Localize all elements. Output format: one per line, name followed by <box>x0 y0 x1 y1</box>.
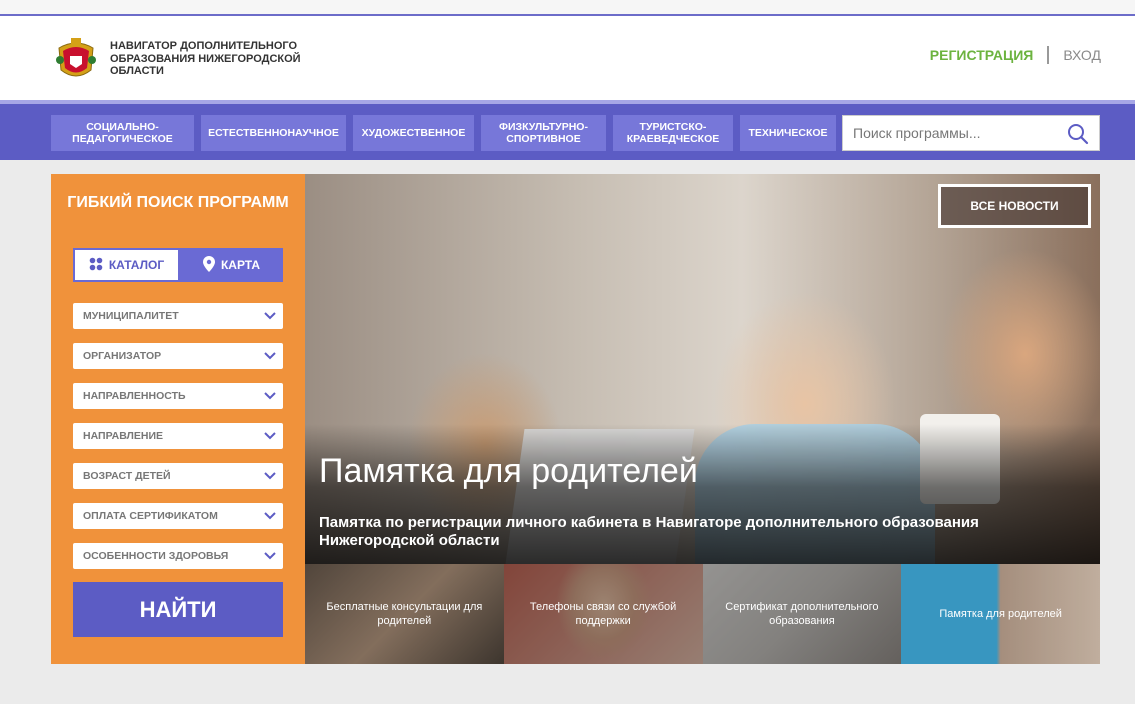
select-focus[interactable]: НАПРАВЛЕННОСТЬ <box>73 383 283 409</box>
news-thumb-support-phones[interactable]: Телефоны связи со службой поддержки <box>503 564 703 664</box>
site-title[interactable]: НАВИГАТОР ДОПОЛНИТЕЛЬНОГО ОБРАЗОВАНИЯ НИ… <box>110 40 320 78</box>
select-children-age[interactable]: ВОЗРАСТ ДЕТЕЙ <box>73 463 283 489</box>
all-news-button[interactable]: ВСЕ НОВОСТИ <box>938 184 1091 228</box>
login-link[interactable]: ВХОД <box>1063 47 1101 63</box>
nav-item-technical[interactable]: ТЕХНИЧЕСКОЕ <box>740 115 836 151</box>
select-label: ВОЗРАСТ ДЕТЕЙ <box>83 470 171 482</box>
coat-of-arms-logo[interactable] <box>51 34 101 84</box>
view-toggle: КАТАЛОГ КАРТА <box>73 248 283 282</box>
select-label: НАПРАВЛЕННОСТЬ <box>83 390 186 402</box>
select-label: НАПРАВЛЕНИЕ <box>83 430 164 442</box>
divider <box>1047 46 1050 64</box>
find-button[interactable]: НАЙТИ <box>73 582 283 637</box>
chevron-down-icon <box>264 431 276 443</box>
select-direction[interactable]: НАПРАВЛЕНИЕ <box>73 423 283 449</box>
tab-map[interactable]: КАРТА <box>180 248 283 282</box>
panel-title: ГИБКИЙ ПОИСК ПРОГРАММ <box>67 194 289 211</box>
nav-item-sport[interactable]: ФИЗКУЛЬТУРНО-СПОРТИВНОЕ <box>481 115 606 151</box>
select-certificate-payment[interactable]: ОПЛАТА СЕРТИФИКАТОМ <box>73 503 283 529</box>
map-pin-icon <box>202 255 215 275</box>
hero-subtitle[interactable]: Памятка по регистрации личного кабинета … <box>319 514 1059 550</box>
chevron-down-icon <box>264 311 276 323</box>
chevron-down-icon <box>264 351 276 363</box>
tab-map-label: КАРТА <box>220 258 261 272</box>
select-municipality[interactable]: МУНИЦИПАЛИТЕТ <box>73 303 283 329</box>
category-nav: СОЦИАЛЬНО-ПЕДАГОГИЧЕСКОЕ ЕСТЕСТВЕННОНАУЧ… <box>0 100 1135 160</box>
chevron-down-icon <box>264 471 276 483</box>
select-label: ОПЛАТА СЕРТИФИКАТОМ <box>83 510 218 522</box>
nav-item-art[interactable]: ХУДОЖЕСТВЕННОЕ <box>353 115 474 151</box>
news-thumb-certificate[interactable]: Сертификат дополнительного образования <box>702 564 902 664</box>
select-label: МУНИЦИПАЛИТЕТ <box>83 310 179 322</box>
tab-catalog[interactable]: КАТАЛОГ <box>73 248 180 282</box>
search-icon[interactable] <box>1067 123 1089 150</box>
search-box <box>842 115 1100 151</box>
top-strip <box>0 0 1135 16</box>
news-thumb-parents-memo[interactable]: Памятка для родителей <box>901 564 1100 664</box>
search-input[interactable] <box>843 125 1063 141</box>
thumb-label: Памятка для родителей <box>939 608 1062 620</box>
select-label: ОСОБЕННОСТИ ЗДОРОВЬЯ <box>83 550 229 562</box>
hero-title[interactable]: Памятка для родителей <box>319 452 698 491</box>
chevron-down-icon <box>264 551 276 563</box>
auth-links: РЕГИСТРАЦИЯ ВХОД <box>930 46 1101 64</box>
nav-item-tourism[interactable]: ТУРИСТСКО-КРАЕВЕДЧЕСКОЕ <box>613 115 733 151</box>
nav-item-social[interactable]: СОЦИАЛЬНО-ПЕДАГОГИЧЕСКОЕ <box>51 115 194 151</box>
grid-icon <box>89 257 103 274</box>
select-organizer[interactable]: ОРГАНИЗАТОР <box>73 343 283 369</box>
thumb-label: Телефоны связи со службой поддержки <box>529 601 677 627</box>
flexible-search-panel: ГИБКИЙ ПОИСК ПРОГРАММ КАТАЛОГ КАРТА МУНИ… <box>51 174 305 664</box>
select-label: ОРГАНИЗАТОР <box>83 350 162 362</box>
tab-catalog-label: КАТАЛОГ <box>108 258 165 272</box>
nav-item-science[interactable]: ЕСТЕСТВЕННОНАУЧНОЕ <box>201 115 346 151</box>
chevron-down-icon <box>264 511 276 523</box>
hero-banner[interactable]: Памятка для родителей Памятка по регистр… <box>305 174 1100 564</box>
thumb-label: Сертификат дополнительного образования <box>725 601 879 627</box>
news-thumb-consultations[interactable]: Бесплатные консультации для родителей <box>305 564 504 664</box>
register-link[interactable]: РЕГИСТРАЦИЯ <box>930 47 1034 63</box>
thumb-label: Бесплатные консультации для родителей <box>326 601 483 627</box>
select-health-features[interactable]: ОСОБЕННОСТИ ЗДОРОВЬЯ <box>73 543 283 569</box>
news-thumbnails: Бесплатные консультации для родителей Те… <box>305 564 1100 664</box>
chevron-down-icon <box>264 391 276 403</box>
site-header: НАВИГАТОР ДОПОЛНИТЕЛЬНОГО ОБРАЗОВАНИЯ НИ… <box>0 16 1135 100</box>
